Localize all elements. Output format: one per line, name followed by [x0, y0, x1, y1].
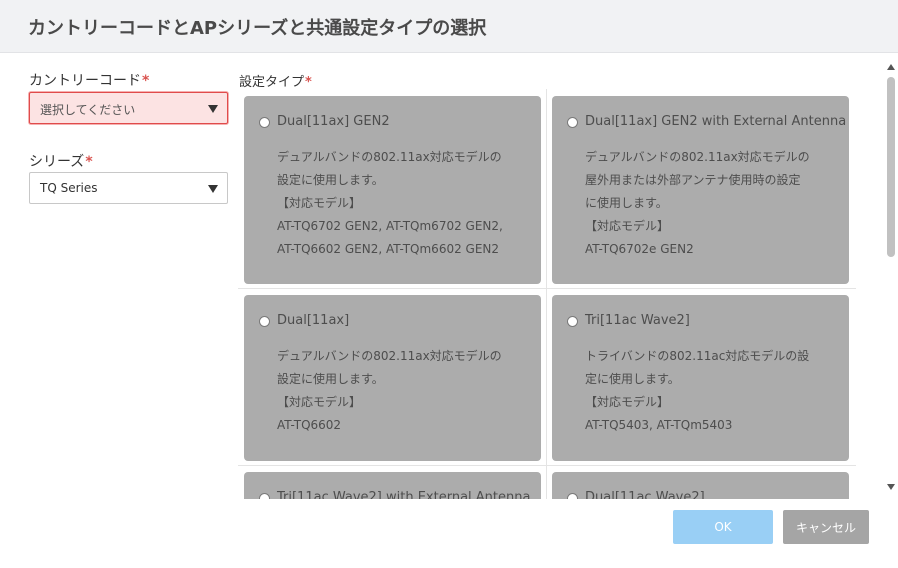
description-line: AT-TQ6602 GEN2, AT-TQm6602 GEN2: [277, 242, 500, 256]
option-title: Dual[11ax] GEN2: [277, 114, 390, 129]
setting-type-option-dual-11ax-gen2[interactable]: Dual[11ax] GEN2 デュアルバンドの802.11ax対応モデルの 設…: [244, 96, 541, 284]
series-select-value: TQ Series: [40, 181, 98, 195]
option-title: Dual[11ax]: [277, 313, 350, 328]
description-line: デュアルバンドの802.11ax対応モデルの: [585, 150, 810, 164]
option-description: デュアルバンドの802.11ax対応モデルの 設定に使用します。 【対応モデル】…: [277, 146, 527, 261]
setting-type-option-dual-11ac-wave2[interactable]: Dual[11ac Wave2]: [552, 472, 849, 499]
series-label-text: シリーズ: [29, 154, 85, 170]
option-description: デュアルバンドの802.11ax対応モデルの 屋外用または外部アンテナ使用時の設…: [585, 146, 835, 261]
description-line: AT-TQ6702e GEN2: [585, 242, 694, 256]
description-line: 【対応モデル】: [585, 219, 670, 233]
description-line: に使用します。: [585, 196, 668, 210]
description-line: トライバンドの802.11ac対応モデルの設: [585, 349, 810, 363]
option-title: Tri[11ac Wave2]: [585, 313, 690, 328]
option-title: Dual[11ac Wave2]: [585, 490, 705, 499]
description-line: 【対応モデル】: [277, 395, 362, 409]
caret-down-icon: [208, 105, 218, 113]
radio-button[interactable]: [259, 316, 270, 327]
setting-type-option-tri-11ac-wave2[interactable]: Tri[11ac Wave2] トライバンドの802.11ac対応モデルの設 定…: [552, 295, 849, 461]
setting-type-list[interactable]: Dual[11ax] GEN2 デュアルバンドの802.11ax対応モデルの 設…: [238, 89, 856, 499]
row-divider: [238, 288, 856, 289]
option-description: デュアルバンドの802.11ax対応モデルの 設定に使用します。 【対応モデル】…: [277, 345, 527, 437]
scroll-thumb[interactable]: [887, 77, 895, 257]
dialog-title: カントリーコードとAPシリーズと共通設定タイプの選択: [28, 18, 487, 39]
setting-type-option-dual-11ax[interactable]: Dual[11ax] デュアルバンドの802.11ax対応モデルの 設定に使用し…: [244, 295, 541, 461]
scroll-up-arrow-icon[interactable]: [887, 64, 895, 70]
radio-button[interactable]: [567, 493, 578, 499]
radio-button[interactable]: [567, 316, 578, 327]
description-line: 定に使用します。: [585, 372, 680, 386]
scroll-down-arrow-icon[interactable]: [887, 484, 895, 490]
series-select[interactable]: TQ Series: [29, 172, 228, 204]
description-line: 【対応モデル】: [277, 196, 362, 210]
setting-type-option-dual-11ax-gen2-external-antenna[interactable]: Dual[11ax] GEN2 with External Antenna デュ…: [552, 96, 849, 284]
radio-button[interactable]: [259, 493, 270, 499]
column-divider: [546, 89, 547, 499]
description-line: 屋外用または外部アンテナ使用時の設定: [585, 173, 801, 187]
caret-down-icon: [208, 185, 218, 193]
cancel-button[interactable]: キャンセル: [783, 510, 869, 544]
required-mark: *: [85, 154, 93, 170]
scrollbar[interactable]: [884, 60, 898, 498]
country-code-label: カントリーコード*: [29, 70, 149, 90]
country-code-select[interactable]: 選択してください: [29, 92, 228, 124]
row-divider: [238, 465, 856, 466]
option-title: Tri[11ac Wave2] with External Antenna: [277, 490, 531, 499]
description-line: 設定に使用します。: [277, 372, 384, 386]
option-title: Dual[11ax] GEN2 with External Antenna: [585, 114, 847, 129]
option-description: トライバンドの802.11ac対応モデルの設 定に使用します。 【対応モデル】 …: [585, 345, 835, 437]
description-line: 設定に使用します。: [277, 173, 384, 187]
radio-button[interactable]: [567, 117, 578, 128]
description-line: AT-TQ6702 GEN2, AT-TQm6702 GEN2,: [277, 219, 503, 233]
required-mark: *: [305, 75, 312, 90]
dialog-header: カントリーコードとAPシリーズと共通設定タイプの選択: [0, 0, 898, 53]
ok-button[interactable]: OK: [673, 510, 773, 544]
country-code-select-value: 選択してください: [40, 103, 136, 117]
setting-type-option-tri-11ac-wave2-external-antenna[interactable]: Tri[11ac Wave2] with External Antenna: [244, 472, 541, 499]
radio-button[interactable]: [259, 117, 270, 128]
description-line: デュアルバンドの802.11ax対応モデルの: [277, 150, 502, 164]
description-line: デュアルバンドの802.11ax対応モデルの: [277, 349, 502, 363]
description-line: AT-TQ6602: [277, 418, 342, 432]
setting-type-label-text: 設定タイプ: [239, 75, 305, 90]
dialog: カントリーコードとAPシリーズと共通設定タイプの選択 カントリーコード* 選択し…: [0, 0, 898, 568]
description-line: 【対応モデル】: [585, 395, 670, 409]
setting-type-label: 設定タイプ*: [239, 71, 312, 90]
series-label: シリーズ*: [29, 151, 93, 171]
country-code-label-text: カントリーコード: [29, 73, 141, 89]
required-mark: *: [142, 73, 150, 89]
description-line: AT-TQ5403, AT-TQm5403: [585, 418, 733, 432]
